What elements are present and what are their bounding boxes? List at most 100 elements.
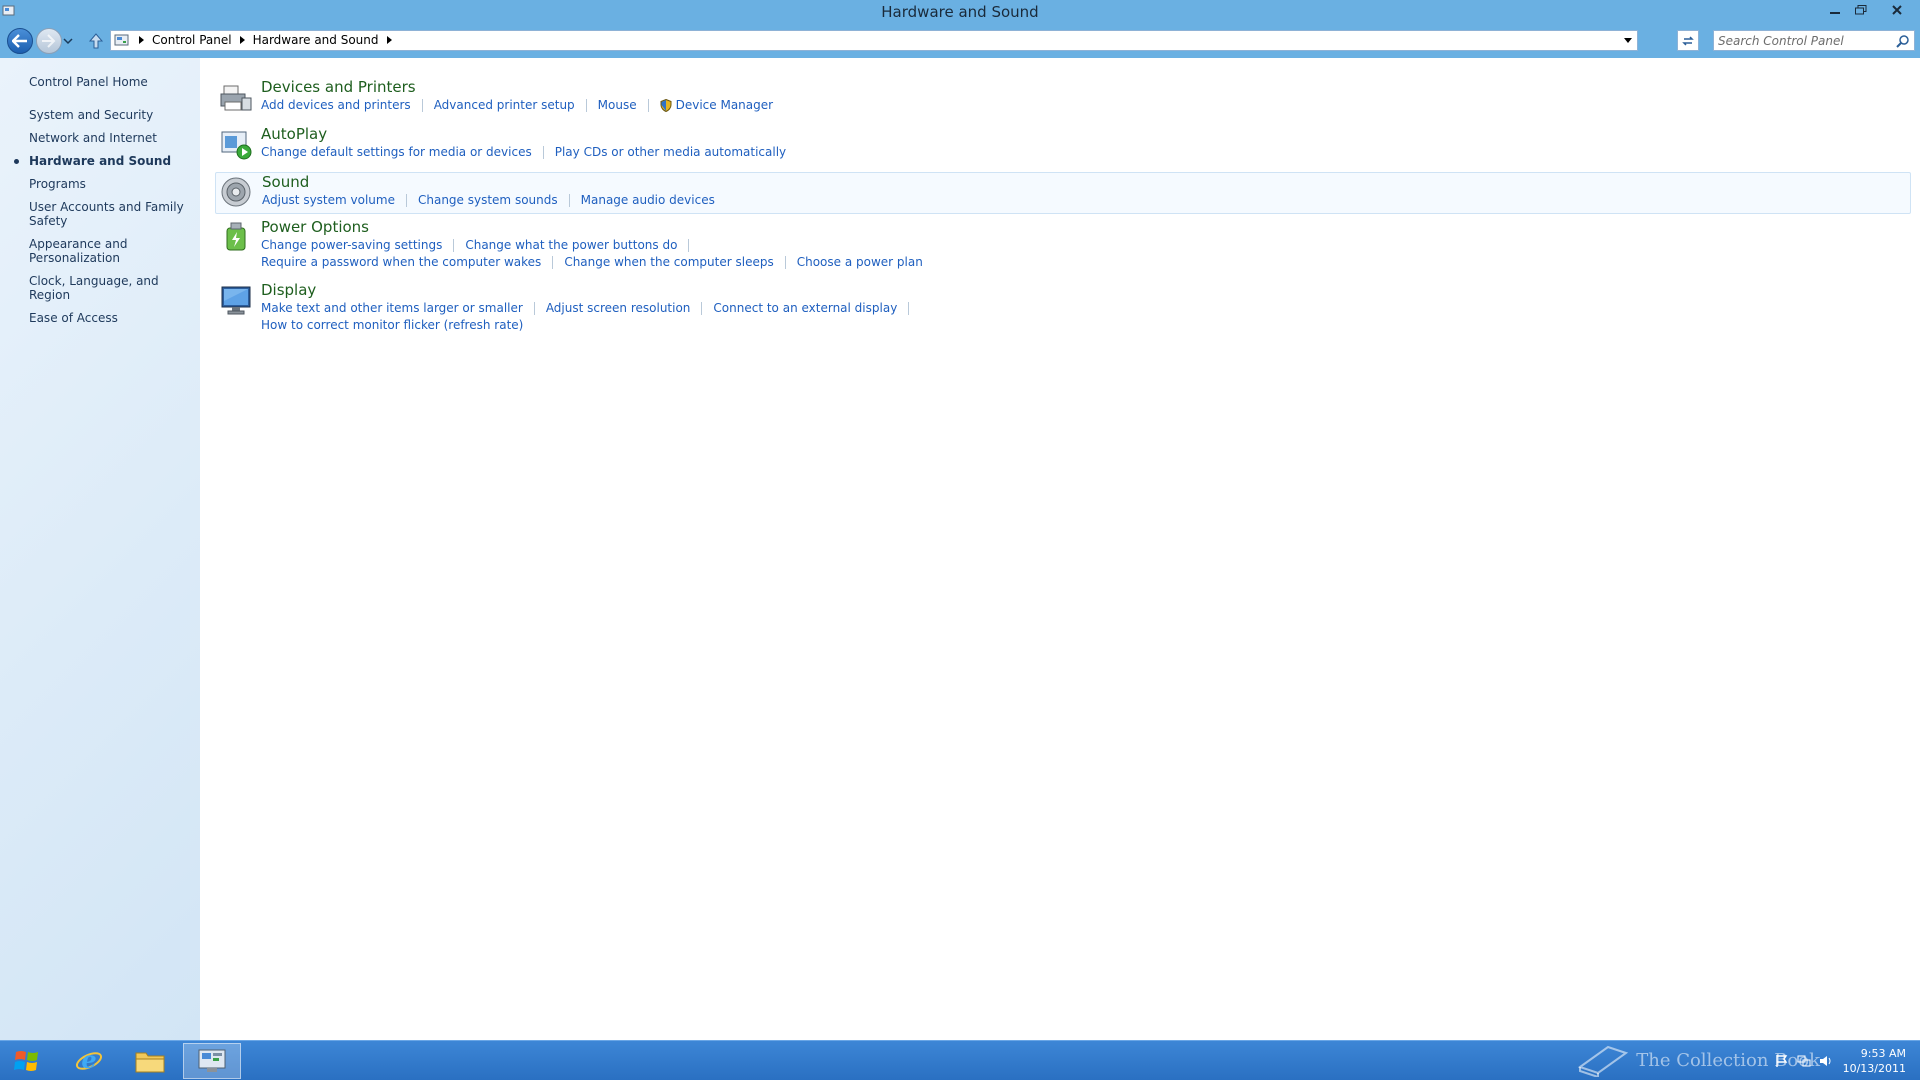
navigation-bar: Control Panel Hardware and Sound (0, 24, 1920, 58)
watermark: The Collection Book (1578, 1041, 1820, 1079)
category-autoplay: AutoPlay Change default settings for med… (215, 125, 1911, 167)
main-content: Devices and Printers Add devices and pri… (200, 58, 1920, 1040)
start-button[interactable] (6, 1045, 48, 1077)
refresh-button[interactable] (1677, 30, 1699, 51)
category-sound: Sound Adjust system volume Change system… (215, 172, 1911, 214)
separator (552, 255, 554, 269)
taskbar-file-explorer[interactable] (121, 1043, 179, 1079)
recent-pages-dropdown-icon[interactable] (63, 36, 73, 46)
manage-audio-devices-link[interactable]: Manage audio devices (581, 193, 715, 207)
require-password-on-wake-link[interactable]: Require a password when the computer wak… (261, 255, 541, 269)
restore-icon (1855, 5, 1867, 15)
address-bar[interactable]: Control Panel Hardware and Sound (110, 30, 1638, 51)
choose-power-plan-link[interactable]: Choose a power plan (797, 255, 923, 269)
speaker-icon (221, 177, 251, 207)
separator (784, 255, 786, 269)
change-sleep-settings-link[interactable]: Change when the computer sleeps (564, 255, 773, 269)
sidebar-item-network-and-internet[interactable]: Network and Internet (29, 131, 194, 145)
adjust-screen-resolution-link[interactable]: Adjust screen resolution (546, 301, 691, 315)
separator (453, 238, 455, 252)
add-devices-link[interactable]: Add devices and printers (261, 98, 411, 112)
clock-time: 9:53 AM (1860, 1047, 1906, 1060)
separator (421, 98, 423, 112)
change-system-sounds-link[interactable]: Change system sounds (418, 193, 558, 207)
control-panel-icon (114, 34, 129, 46)
change-power-saving-settings-link[interactable]: Change power-saving settings (261, 238, 442, 252)
clock[interactable]: 9:53 AM 10/13/2011 (1843, 1046, 1906, 1076)
monitor-icon (221, 286, 251, 315)
make-text-larger-link[interactable]: Make text and other items larger or smal… (261, 301, 523, 315)
separator (585, 98, 587, 112)
up-arrow-icon[interactable] (88, 32, 104, 50)
sidebar-item-clock-language-region[interactable]: Clock, Language, and Region (29, 274, 194, 302)
change-default-media-settings-link[interactable]: Change default settings for media or dev… (261, 145, 532, 159)
autoplay-title[interactable]: AutoPlay (261, 125, 327, 143)
sidebar-item-user-accounts[interactable]: User Accounts and Family Safety (29, 200, 194, 228)
sidebar-item-appearance[interactable]: Appearance and Personalization (29, 237, 194, 265)
breadcrumb-hardware-and-sound[interactable]: Hardware and Sound (253, 33, 379, 47)
separator (908, 301, 910, 315)
breadcrumb-separator-icon[interactable] (239, 36, 245, 44)
connect-external-display-link[interactable]: Connect to an external display (713, 301, 897, 315)
restore-button[interactable] (1848, 0, 1874, 20)
sidebar-item-ease-of-access[interactable]: Ease of Access (29, 311, 194, 325)
separator (405, 193, 407, 207)
watermark-text: The Collection Book (1636, 1049, 1820, 1071)
breadcrumb-separator-icon[interactable] (139, 36, 144, 44)
arrow-right-icon (42, 34, 56, 48)
advanced-printer-setup-link[interactable]: Advanced printer setup (434, 98, 575, 112)
back-button[interactable] (7, 28, 33, 54)
printer-icon (220, 85, 252, 111)
devices-and-printers-title[interactable]: Devices and Printers (261, 78, 416, 96)
control-panel-home-link[interactable]: Control Panel Home (29, 75, 148, 89)
search-input[interactable] (1718, 32, 1888, 49)
change-power-buttons-link[interactable]: Change what the power buttons do (465, 238, 677, 252)
forward-button[interactable] (36, 28, 62, 54)
category-power-options: Power Options Change power-saving settin… (215, 218, 1911, 276)
separator (533, 301, 535, 315)
sidebar-item-label: Hardware and Sound (29, 154, 172, 168)
title-bar[interactable]: Hardware and Sound (0, 0, 1920, 24)
monitor-flicker-help-link[interactable]: How to correct monitor flicker (refresh … (261, 318, 523, 332)
power-options-icon (226, 222, 246, 251)
file-explorer-icon (135, 1052, 165, 1073)
window-title: Hardware and Sound (881, 3, 1039, 21)
sidebar-item-hardware-and-sound[interactable]: Hardware and Sound (14, 154, 194, 168)
breadcrumb-separator-icon[interactable] (386, 36, 392, 44)
minimize-icon (1830, 12, 1840, 14)
svg-text:e: e (81, 1046, 96, 1074)
breadcrumb-control-panel[interactable]: Control Panel (152, 33, 232, 47)
separator (647, 98, 649, 112)
arrow-left-icon (12, 34, 27, 48)
minimize-button[interactable] (1822, 0, 1848, 20)
taskbar-control-panel[interactable] (183, 1043, 241, 1079)
refresh-icon (1682, 35, 1694, 46)
sidebar-item-system-and-security[interactable]: System and Security (29, 108, 194, 122)
autoplay-icon (221, 131, 252, 160)
separator (701, 301, 703, 315)
category-display: Display Make text and other items larger… (215, 281, 1911, 339)
address-history-dropdown-icon[interactable] (1624, 38, 1632, 43)
sound-title[interactable]: Sound (262, 173, 309, 191)
shield-icon (660, 98, 672, 112)
close-icon (1892, 5, 1902, 15)
separator (688, 238, 690, 252)
clock-date: 10/13/2011 (1842, 1062, 1906, 1075)
power-options-title[interactable]: Power Options (261, 218, 369, 236)
sidebar-item-programs[interactable]: Programs (29, 177, 194, 191)
display-title[interactable]: Display (261, 281, 316, 299)
device-manager-link[interactable]: Device Manager (676, 98, 773, 112)
control-panel-icon (198, 1049, 226, 1072)
active-bullet-icon (14, 159, 19, 164)
close-button[interactable] (1874, 0, 1920, 20)
separator (568, 193, 570, 207)
volume-icon[interactable] (1819, 1054, 1833, 1068)
search-box[interactable] (1713, 30, 1915, 51)
search-icon[interactable] (1896, 34, 1910, 48)
separator (542, 145, 544, 159)
play-cds-automatically-link[interactable]: Play CDs or other media automatically (555, 145, 786, 159)
windows-logo-icon (14, 1051, 38, 1071)
taskbar-internet-explorer[interactable]: e (60, 1043, 118, 1079)
mouse-link[interactable]: Mouse (598, 98, 637, 112)
adjust-system-volume-link[interactable]: Adjust system volume (262, 193, 395, 207)
